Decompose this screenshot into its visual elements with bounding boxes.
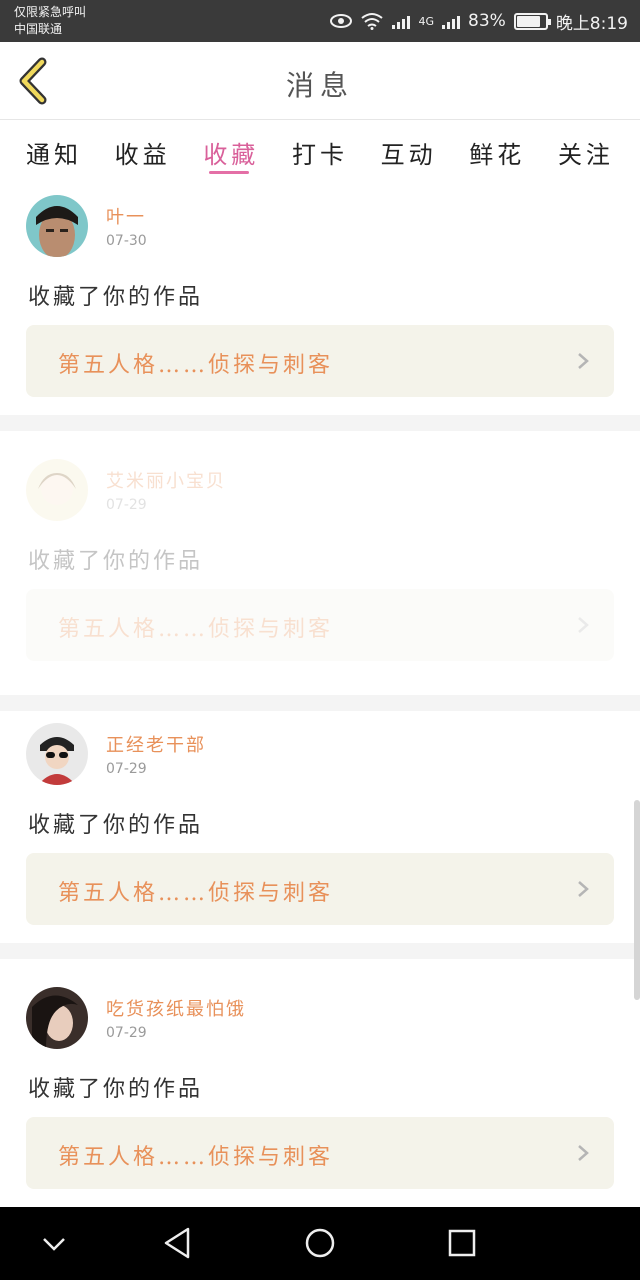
- tab-label: 鲜花: [469, 141, 526, 169]
- nav-down-icon[interactable]: [34, 1223, 74, 1263]
- tab-label: 互动: [380, 141, 437, 169]
- work-link[interactable]: 第五人格……侦探与刺客: [26, 589, 614, 661]
- wifi-icon: [361, 13, 384, 30]
- work-title: 第五人格……侦探与刺客: [58, 1145, 334, 1170]
- tab-flowers[interactable]: 鲜花: [469, 121, 525, 183]
- tab-bar: 通知 收益 收藏 打卡 互动 鲜花 关注: [0, 121, 640, 183]
- avatar[interactable]: [26, 987, 88, 1049]
- tab-label: 关注: [557, 141, 614, 169]
- tab-interactions[interactable]: 互动: [381, 121, 437, 183]
- work-title: 第五人格……侦探与刺客: [58, 881, 334, 906]
- header: 消息: [0, 42, 640, 120]
- chevron-right-icon: [578, 1145, 589, 1161]
- system-nav-bar: [0, 1207, 640, 1280]
- tab-label: 通知: [26, 141, 82, 169]
- carrier-info: 仅限紧急呼叫 中国联通: [14, 4, 86, 38]
- divider: [0, 415, 640, 431]
- tab-label: 打卡: [291, 141, 348, 169]
- chevron-right-icon: [578, 881, 589, 897]
- tab-label: 收益: [114, 141, 171, 169]
- nav-back-icon[interactable]: [158, 1223, 198, 1263]
- network-type: 4G: [418, 14, 435, 28]
- tab-notifications[interactable]: 通知: [26, 121, 82, 183]
- message-item: 吃货孩纸最怕饿 07-29 收藏了你的作品 第五人格……侦探与刺客: [0, 959, 640, 1207]
- eye-icon: [330, 14, 353, 28]
- message-date: 07-29: [106, 1025, 147, 1041]
- avatar[interactable]: [26, 723, 88, 785]
- emergency-text: 仅限紧急呼叫: [14, 5, 87, 19]
- nav-home-icon[interactable]: [300, 1223, 340, 1263]
- message-text: 收藏了你的作品: [28, 813, 204, 838]
- work-link[interactable]: 第五人格……侦探与刺客: [26, 853, 614, 925]
- tab-favorites[interactable]: 收藏: [203, 121, 259, 183]
- username[interactable]: 正经老干部: [106, 731, 206, 757]
- tab-checkin[interactable]: 打卡: [292, 121, 348, 183]
- work-link[interactable]: 第五人格……侦探与刺客: [26, 325, 614, 397]
- message-date: 07-29: [106, 761, 147, 777]
- chevron-right-icon: [578, 353, 589, 369]
- battery-icon: [513, 12, 551, 30]
- message-text: 收藏了你的作品: [28, 1077, 204, 1102]
- message-text: 收藏了你的作品: [28, 549, 204, 574]
- message-list[interactable]: 叶一 07-30 收藏了你的作品 第五人格……侦探与刺客 艾米丽小宝贝 07-2…: [0, 183, 640, 1207]
- work-title: 第五人格……侦探与刺客: [58, 617, 334, 642]
- signal-1-icon: [392, 13, 411, 29]
- tab-earnings[interactable]: 收益: [115, 121, 171, 183]
- chevron-right-icon: [578, 617, 589, 633]
- work-title: 第五人格……侦探与刺客: [58, 353, 334, 378]
- page-title: 消息: [285, 69, 354, 102]
- message-item: 正经老干部 07-29 收藏了你的作品 第五人格……侦探与刺客: [0, 711, 640, 943]
- divider: [0, 943, 640, 959]
- work-link[interactable]: 第五人格……侦探与刺客: [26, 1117, 614, 1189]
- message-item: 艾米丽小宝贝 07-29 收藏了你的作品 第五人格……侦探与刺客: [0, 431, 640, 695]
- signal-2-icon: [442, 13, 461, 29]
- username[interactable]: 吃货孩纸最怕饿: [106, 995, 246, 1021]
- message-date: 07-29: [106, 497, 147, 513]
- status-bar: 仅限紧急呼叫 中国联通 4G 83% 晚上8:19: [0, 0, 640, 42]
- message-item: 叶一 07-30 收藏了你的作品 第五人格……侦探与刺客: [0, 183, 640, 413]
- active-tab-indicator: [209, 171, 250, 174]
- avatar[interactable]: [26, 195, 88, 257]
- tab-label: 收藏: [203, 141, 260, 169]
- clock: 晚上8:19: [555, 13, 628, 34]
- message-text: 收藏了你的作品: [28, 285, 204, 310]
- status-icons: 4G 83% 晚上8:19: [330, 9, 628, 34]
- nav-recents-icon[interactable]: [442, 1223, 482, 1263]
- tab-follows[interactable]: 关注: [558, 121, 614, 183]
- battery-percent: 83%: [468, 11, 506, 31]
- avatar[interactable]: [26, 459, 88, 521]
- username[interactable]: 叶一: [106, 203, 146, 229]
- divider: [0, 695, 640, 711]
- message-date: 07-30: [106, 233, 147, 249]
- carrier-name: 中国联通: [14, 22, 63, 36]
- scrollbar[interactable]: [634, 800, 640, 1000]
- username[interactable]: 艾米丽小宝贝: [106, 467, 226, 493]
